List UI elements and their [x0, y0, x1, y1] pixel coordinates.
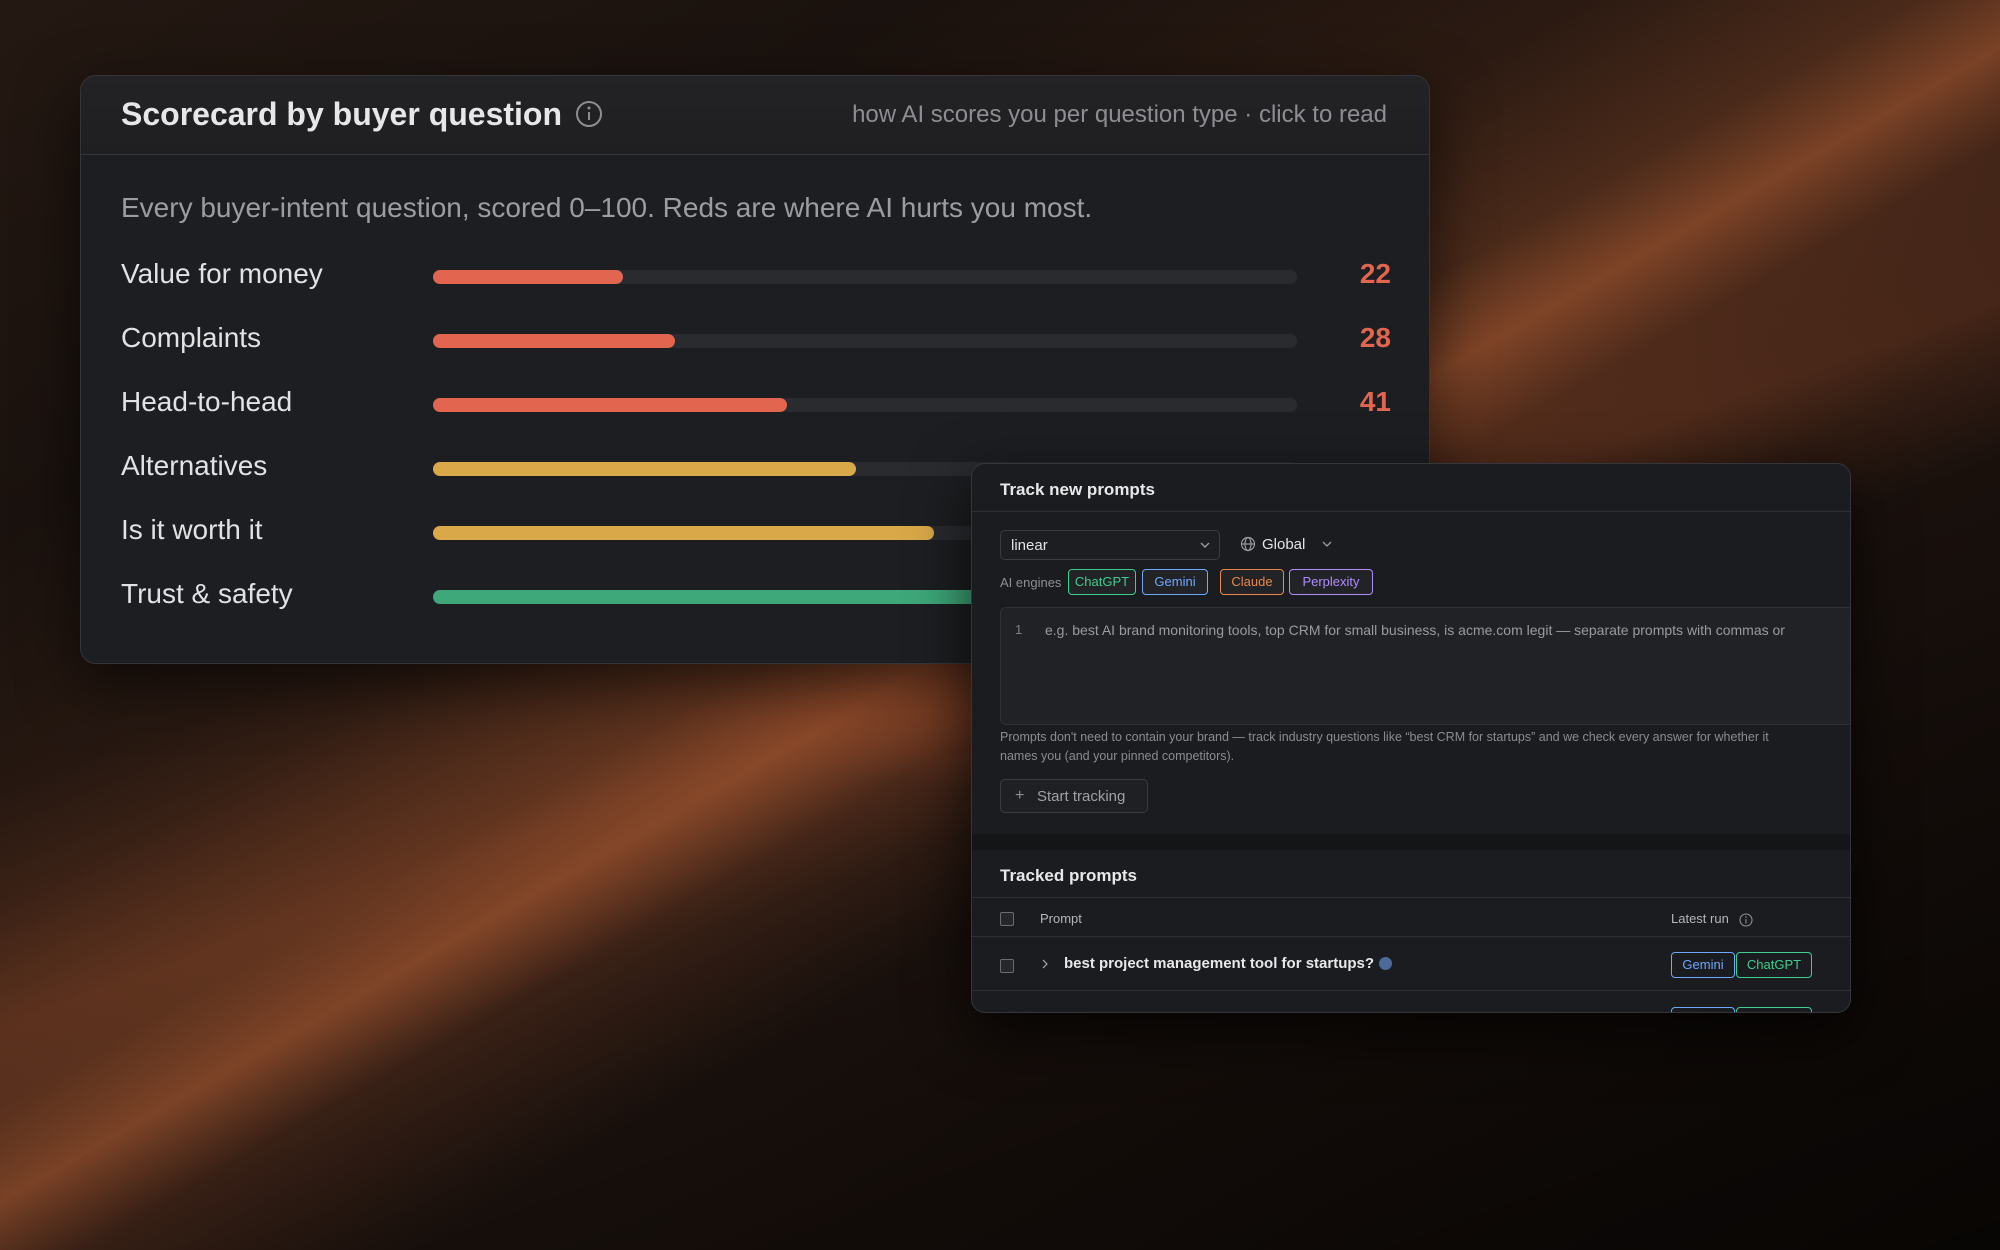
score-bar-fill — [433, 334, 675, 348]
prompts-editor[interactable]: 1 e.g. best AI brand monitoring tools, t… — [1000, 607, 1850, 725]
engine-chip-chatgpt[interactable]: ChatGPT — [1068, 569, 1136, 595]
region-dropdown[interactable]: Global — [1240, 534, 1340, 556]
divider — [972, 511, 1850, 512]
score-row-label: Head-to-head — [121, 386, 293, 417]
project-select[interactable]: linear — [1000, 530, 1220, 560]
score-bar-fill — [433, 590, 1038, 604]
engine-badge-chatgpt: ChatGPT — [1736, 1007, 1812, 1012]
engine-badge-gemini: Gemini — [1671, 952, 1735, 978]
score-value: 22 — [1359, 258, 1391, 289]
globe-icon — [1240, 536, 1256, 552]
engine-badge-chatgpt: ChatGPT — [1736, 952, 1812, 978]
prompt-text[interactable]: best project management tool for startup… — [1064, 955, 1374, 972]
section-separator — [972, 834, 1850, 850]
scorecard-description: Every buyer-intent question, scored 0–10… — [121, 192, 1093, 223]
score-value: 28 — [1359, 322, 1391, 353]
info-icon[interactable] — [575, 100, 603, 128]
score-bar-track — [433, 334, 1297, 348]
score-row-label: Trust & safety — [121, 578, 293, 609]
scorecard-subtitle[interactable]: how AI scores you per question type · cl… — [852, 101, 1387, 129]
divider — [972, 936, 1850, 937]
chevron-down-icon — [1322, 541, 1332, 547]
divider — [972, 990, 1850, 991]
scorecard-header: Scorecard by buyer question how AI score… — [81, 76, 1429, 155]
track-prompts-panel: Track new prompts linear Global AI engin… — [971, 463, 1851, 1013]
score-row-label: Value for money — [121, 258, 323, 289]
row-checkbox[interactable] — [1000, 959, 1014, 973]
score-bar-track — [433, 270, 1297, 284]
engine-badge-gemini: Gemini — [1671, 1007, 1735, 1012]
score-row[interactable]: Complaints 28 — [121, 320, 1391, 360]
score-bar-fill — [433, 462, 856, 476]
divider — [972, 897, 1850, 898]
ai-engines-label: AI engines — [1000, 575, 1062, 590]
score-row-label: Complaints — [121, 322, 262, 353]
engine-chip-claude[interactable]: Claude — [1220, 569, 1284, 595]
prompts-hint: Prompts don't need to contain your brand… — [1000, 730, 1769, 763]
score-row[interactable]: Head-to-head 41 — [121, 384, 1391, 424]
select-all-checkbox[interactable] — [1000, 912, 1014, 926]
project-select-value: linear — [1011, 537, 1048, 554]
chevron-down-icon — [1200, 542, 1210, 548]
score-bar-fill — [433, 270, 623, 284]
prompts-placeholder: e.g. best AI brand monitoring tools, top… — [1045, 622, 1785, 638]
col-prompt-header: Prompt — [1040, 911, 1082, 926]
plus-icon: + — [1015, 787, 1025, 804]
prompt-text[interactable]: which CRM is best for a 10-person team? — [1064, 1010, 1357, 1012]
region-label: Global — [1262, 536, 1306, 553]
track-new-prompts-title: Track new prompts — [1000, 480, 1155, 499]
col-latest-run-header: Latest run — [1671, 911, 1729, 926]
chevron-right-icon[interactable] — [1040, 959, 1050, 969]
score-row-label: Is it worth it — [121, 514, 263, 545]
engine-chip-gemini[interactable]: Gemini — [1142, 569, 1208, 595]
score-bar-track — [433, 398, 1297, 412]
info-icon[interactable] — [1739, 913, 1753, 927]
tracked-prompts-title: Tracked prompts — [1000, 866, 1137, 885]
score-bar-fill — [433, 526, 934, 540]
score-value: 41 — [1359, 386, 1391, 417]
line-number: 1 — [1015, 622, 1023, 637]
engine-chip-perplexity[interactable]: Perplexity — [1289, 569, 1373, 595]
start-tracking-label: Start tracking — [1037, 788, 1126, 805]
scorecard-title: Scorecard by buyer question — [121, 96, 563, 132]
score-row-label: Alternatives — [121, 450, 268, 481]
start-tracking-button[interactable]: + Start tracking — [1000, 779, 1148, 813]
score-bar-fill — [433, 398, 787, 412]
score-row[interactable]: Value for money 22 — [121, 256, 1391, 296]
globe-icon — [1379, 957, 1392, 970]
globe-icon — [1362, 1012, 1375, 1013]
